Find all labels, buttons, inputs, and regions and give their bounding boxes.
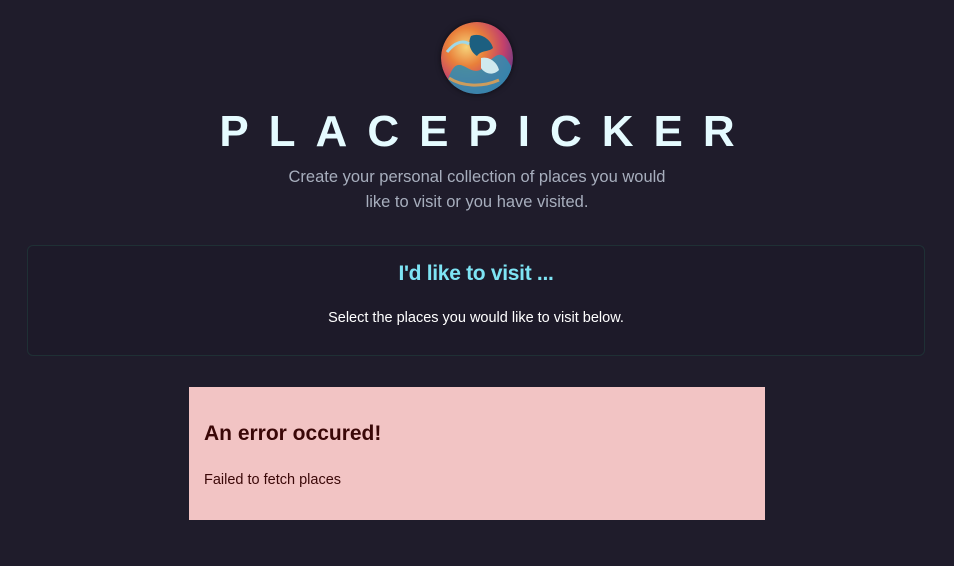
section-fallback-text: Select the places you would like to visi… — [328, 310, 624, 326]
section-heading: I'd like to visit ... — [398, 262, 554, 285]
globe-icon — [441, 22, 513, 94]
error-message: Failed to fetch places — [204, 472, 342, 488]
page-subtitle: Create your personal collection of place… — [288, 168, 666, 211]
page-title: PLACEPICKER — [219, 107, 755, 156]
places-section: I'd like to visit ... Select the places … — [27, 245, 925, 356]
error-title: An error occured! — [204, 422, 382, 445]
error-box: An error occured! Failed to fetch places — [189, 387, 765, 520]
